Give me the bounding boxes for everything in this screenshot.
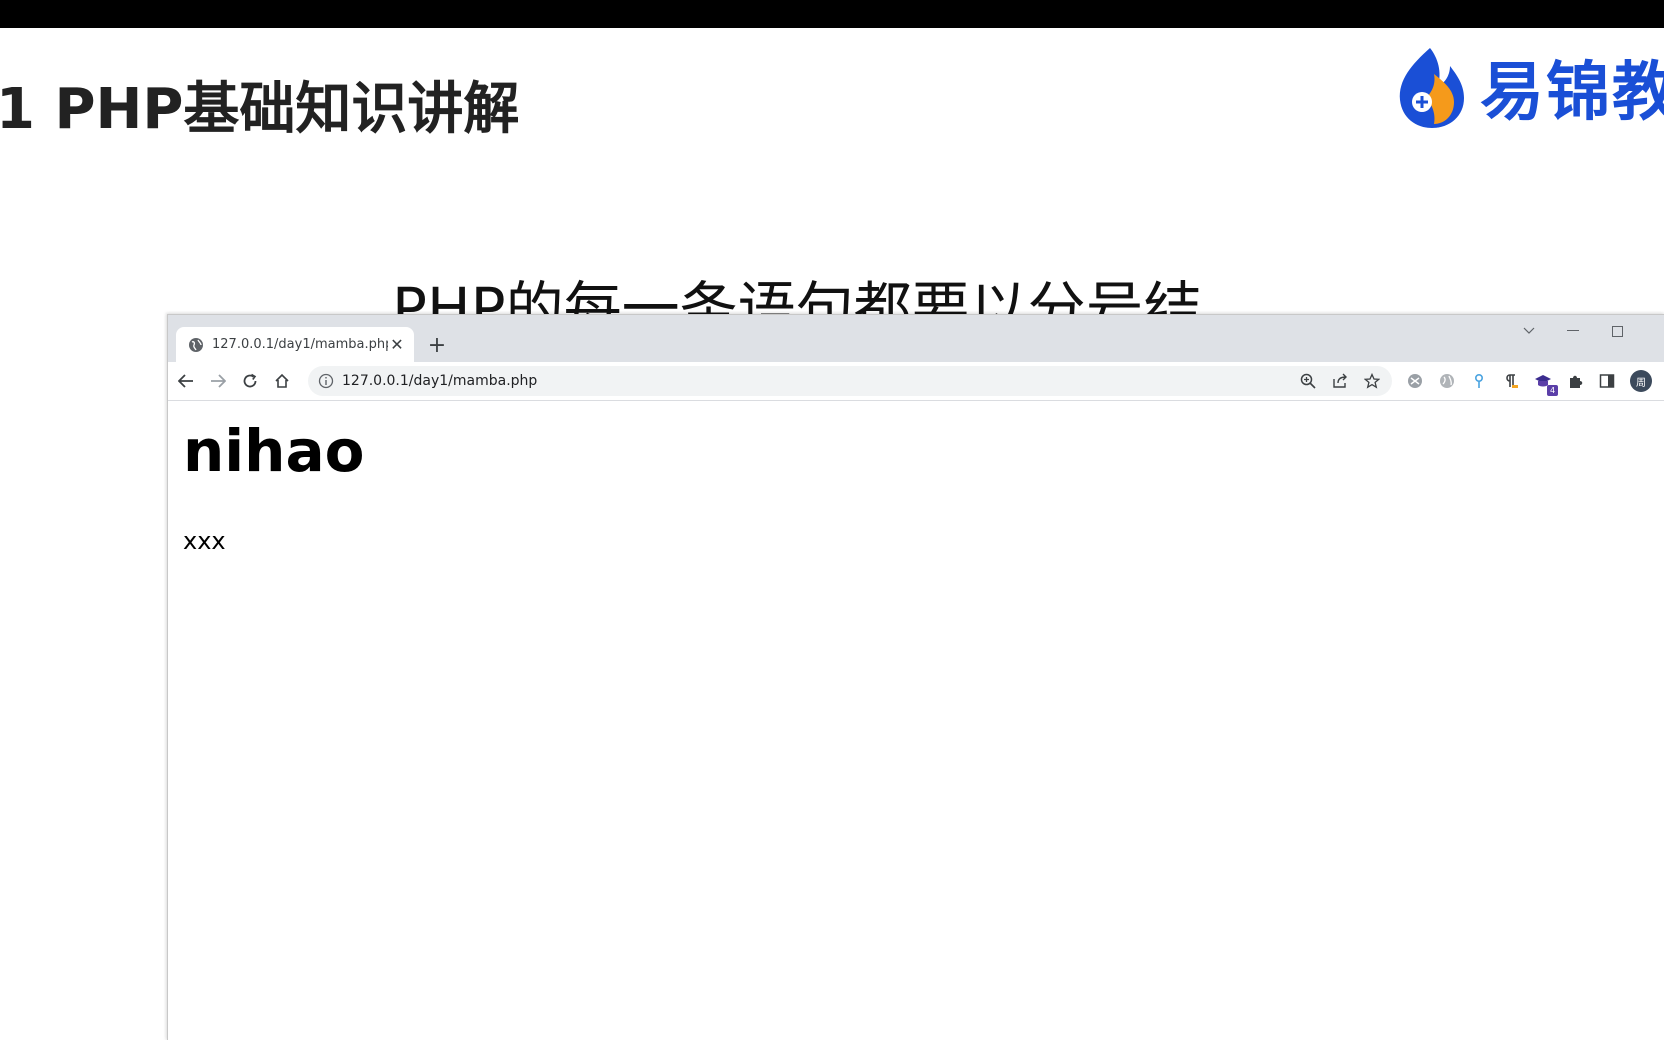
page-heading: nihao [183,417,365,485]
tab-active[interactable]: 127.0.0.1/day1/mamba.php ✕ [176,327,414,362]
page-paragraph: xxx [183,527,226,555]
extension-badge: 4 [1547,385,1558,396]
side-panel-icon[interactable] [1596,370,1618,392]
profile-avatar[interactable]: 周 [1630,370,1652,392]
address-url[interactable]: 127.0.0.1/day1/mamba.php [342,373,537,389]
tab-search-chevron-icon[interactable] [1514,321,1544,341]
address-bar[interactable]: 127.0.0.1/day1/mamba.php [308,366,1392,396]
minimize-icon[interactable] [1558,321,1588,341]
maximize-icon[interactable] [1602,321,1632,341]
bookmark-star-icon[interactable] [1362,371,1382,391]
extension-pilcrow-icon[interactable] [1500,370,1522,392]
new-tab-button[interactable]: + [426,333,448,358]
extension-pin-icon[interactable] [1468,370,1490,392]
tab-title: 127.0.0.1/day1/mamba.php [212,337,388,352]
flame-logo-icon [1399,48,1464,128]
extensions-puzzle-icon[interactable] [1564,370,1586,392]
back-arrow-icon[interactable] [174,369,198,393]
browser-window: 127.0.0.1/day1/mamba.php ✕ + 127.0.0.1/d… [167,314,1664,1040]
reload-icon[interactable] [238,369,262,393]
slide-top-bar [0,0,1664,28]
extension-gray-icon[interactable] [1404,370,1426,392]
forward-arrow-icon[interactable] [206,369,230,393]
brand-logo-text: 易锦教 [1480,56,1664,130]
globe-icon [189,337,203,352]
home-icon[interactable] [270,369,294,393]
site-info-icon[interactable] [318,373,334,389]
brand-logo: 易锦教 [1392,42,1664,132]
zoom-icon[interactable] [1298,371,1318,391]
extension-purple-icon[interactable]: 4 [1532,370,1558,396]
browser-toolbar: 127.0.0.1/day1/mamba.php 4 周 [168,362,1664,401]
extension-globe-icon[interactable] [1436,370,1458,392]
share-icon[interactable] [1330,371,1350,391]
tab-strip: 127.0.0.1/day1/mamba.php ✕ + [168,315,1664,362]
page-content: nihao xxx [168,401,1664,1040]
tab-close-icon[interactable]: ✕ [388,335,406,354]
slide-title: 1 PHP基础知识讲解 [0,77,520,142]
presentation-slide: 1 PHP基础知识讲解 易锦教 PHP的每一条语句都要以分号结 127.0.0.… [0,0,1664,1040]
